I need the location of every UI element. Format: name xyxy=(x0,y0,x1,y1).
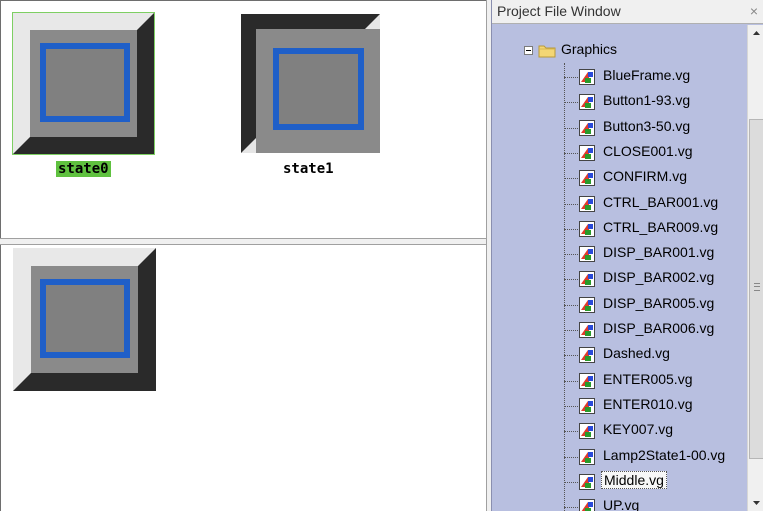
scrollbar-thumb[interactable] xyxy=(749,119,763,459)
tree-connector-line xyxy=(564,279,578,281)
folder-icon xyxy=(538,45,556,58)
file-label: Button3-50.vg xyxy=(603,117,691,134)
file-item[interactable]: CLOSE001.vg xyxy=(564,141,747,166)
file-item[interactable]: DISP_BAR001.vg xyxy=(564,242,747,267)
project-window-header: Project File Window × xyxy=(492,0,763,24)
file-item[interactable]: Middle.vg xyxy=(564,470,747,495)
tree-connector-line xyxy=(564,380,578,382)
scroll-down-arrow-icon[interactable] xyxy=(748,494,763,511)
vertical-scrollbar[interactable] xyxy=(747,25,763,511)
file-label: Lamp2State1-00.vg xyxy=(603,446,726,463)
file-label: Middle.vg xyxy=(601,470,667,489)
collapse-minus-icon[interactable] xyxy=(524,46,533,55)
pressed-button-graphic xyxy=(241,14,380,153)
file-label: BlueFrame.vg xyxy=(603,67,691,83)
tree-connector-line xyxy=(564,228,578,230)
tree-connector-line xyxy=(564,355,578,357)
file-tree: Graphics BlueFrame.vg Button1-93.vg Button… xyxy=(492,25,747,511)
file-item[interactable]: Button1-93.vg xyxy=(564,90,747,115)
vg-file-icon xyxy=(579,170,595,187)
state0-label[interactable]: state0 xyxy=(56,161,111,177)
file-item[interactable]: CTRL_BAR001.vg xyxy=(564,192,747,217)
vg-file-icon xyxy=(579,423,595,440)
scrollbar-grip-icon xyxy=(754,283,760,291)
file-item[interactable]: KEY007.vg xyxy=(564,419,747,444)
project-file-window: Project File Window × Graphics BlueFrame… xyxy=(491,0,763,511)
scroll-up-arrow-icon[interactable] xyxy=(748,25,763,42)
file-item[interactable]: Lamp2State1-00.vg xyxy=(564,445,747,470)
tree-connector-line xyxy=(564,456,578,458)
vg-file-icon xyxy=(579,448,595,465)
file-label: UP.vg xyxy=(603,497,640,511)
tree-connector-line xyxy=(564,330,578,331)
preview-panel xyxy=(0,245,486,511)
file-label: CLOSE001.vg xyxy=(603,142,693,159)
tree-connector-line xyxy=(564,152,578,154)
file-item[interactable]: Button3-50.vg xyxy=(564,116,747,141)
file-label: CTRL_BAR009.vg xyxy=(603,218,719,235)
file-label: CTRL_BAR001.vg xyxy=(603,193,719,210)
vg-file-icon xyxy=(579,296,595,313)
file-item[interactable]: CONFIRM.vg xyxy=(564,166,747,191)
file-label: DISP_BAR002.vg xyxy=(603,269,715,286)
vg-file-icon xyxy=(579,69,595,85)
file-label: ENTER005.vg xyxy=(603,370,693,387)
preview-thumbnail xyxy=(13,248,156,391)
vg-file-icon xyxy=(579,220,595,237)
vg-file-icon xyxy=(579,372,595,389)
vg-file-icon xyxy=(579,473,595,490)
state1-thumbnail[interactable] xyxy=(241,14,380,153)
file-label: Dashed.vg xyxy=(603,345,670,362)
vg-file-icon xyxy=(579,397,595,414)
tree-connector-line xyxy=(564,77,578,78)
vg-file-icon xyxy=(579,195,595,212)
file-item[interactable]: DISP_BAR005.vg xyxy=(564,293,747,318)
tree-connector-line xyxy=(564,304,578,306)
file-item[interactable]: DISP_BAR006.vg xyxy=(564,318,747,343)
close-icon[interactable]: × xyxy=(750,3,758,19)
folder-label: Graphics xyxy=(561,41,618,57)
tree-connector-line xyxy=(564,481,578,483)
state1-label[interactable]: state1 xyxy=(283,161,334,177)
horizontal-splitter[interactable] xyxy=(0,238,486,245)
file-item[interactable]: Dashed.vg xyxy=(564,343,747,368)
state0-thumbnail[interactable] xyxy=(12,12,155,155)
file-label: DISP_BAR001.vg xyxy=(603,244,715,261)
file-label: DISP_BAR005.vg xyxy=(603,294,715,311)
file-label: ENTER010.vg xyxy=(603,395,693,412)
vg-file-icon xyxy=(579,144,595,161)
states-panel: state0 state1 xyxy=(0,0,486,238)
vg-file-icon xyxy=(579,119,595,136)
tree-connector-line xyxy=(564,178,578,180)
raised-button-graphic xyxy=(12,12,155,155)
vg-file-icon xyxy=(579,246,595,263)
file-item[interactable]: UP.vg xyxy=(564,495,747,511)
preview-button-graphic xyxy=(13,248,156,391)
vg-file-icon xyxy=(579,499,595,511)
vg-file-icon xyxy=(579,322,595,338)
file-item[interactable]: CTRL_BAR009.vg xyxy=(564,217,747,242)
vg-file-icon xyxy=(579,271,595,288)
file-label: CONFIRM.vg xyxy=(603,168,687,185)
file-item[interactable]: ENTER005.vg xyxy=(564,369,747,394)
project-window-title: Project File Window xyxy=(497,3,621,19)
file-item[interactable]: ENTER010.vg xyxy=(564,394,747,419)
file-item[interactable]: DISP_BAR002.vg xyxy=(564,267,747,292)
tree-connector-line xyxy=(564,431,578,433)
file-label: DISP_BAR006.vg xyxy=(603,320,715,336)
file-label: Button1-93.vg xyxy=(603,92,691,109)
tree-connector-line xyxy=(564,203,578,205)
tree-connector-line xyxy=(564,405,578,407)
vg-file-icon xyxy=(579,94,595,111)
tree-connector-line xyxy=(564,507,578,509)
tree-connector-line xyxy=(564,127,578,129)
vg-file-icon xyxy=(579,347,595,364)
file-item[interactable]: BlueFrame.vg xyxy=(564,65,747,90)
tree-connector-line xyxy=(564,254,578,256)
file-label: KEY007.vg xyxy=(603,421,674,438)
tree-connector-line xyxy=(564,102,578,104)
